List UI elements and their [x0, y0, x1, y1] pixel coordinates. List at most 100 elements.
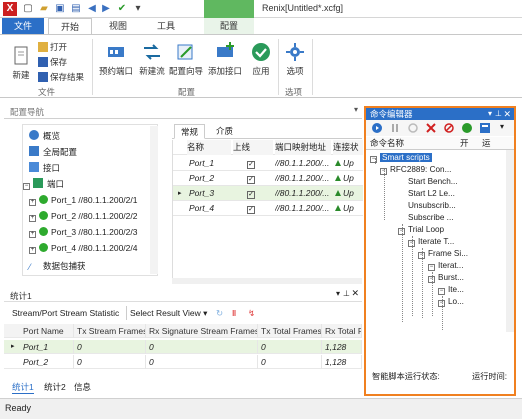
select-result-view-dropdown[interactable]: Select Result View ▾: [126, 306, 207, 320]
tree-item-iterate[interactable]: − Iterat...: [428, 260, 463, 271]
tree-item-overview[interactable]: 概览: [29, 128, 60, 144]
apply-button[interactable]: 应用: [248, 41, 274, 77]
collapse-icon[interactable]: −: [428, 264, 435, 271]
tree-item-subscribe[interactable]: Subscribe ...: [408, 212, 454, 223]
tree-scrollbar[interactable]: [150, 126, 158, 274]
col-port-name[interactable]: Port Name: [20, 324, 74, 338]
tree-item-smart-scripts[interactable]: − Smart scripts: [370, 152, 432, 163]
tab-info[interactable]: 信息: [74, 380, 91, 394]
open-button[interactable]: 打开: [38, 41, 67, 53]
expand-icon[interactable]: +: [29, 199, 36, 206]
forward-icon[interactable]: ▶: [100, 3, 112, 15]
table-row-selected[interactable]: ▸ Port_1 0 0 0 1,128: [4, 340, 362, 354]
tab-start[interactable]: 开始: [48, 18, 92, 34]
tree-item-capture[interactable]: ⁄ 数据包捕获: [29, 258, 86, 274]
collapse-icon[interactable]: −: [408, 240, 415, 247]
reserve-port-button[interactable]: 预约端口: [98, 41, 134, 77]
tree-item-trial-loop[interactable]: − Trial Loop: [398, 224, 444, 235]
back-icon[interactable]: ◀: [86, 3, 98, 15]
save-result-icon[interactable]: ▤: [70, 3, 82, 15]
close-icon[interactable]: ✕: [503, 108, 511, 120]
table-row[interactable]: Port_1 ✓ //80.1.1.200/... Up: [173, 156, 363, 171]
tree-item-port[interactable]: + Port_4 //80.1.1.200/2/4: [29, 240, 137, 256]
command-tree-scrollbar[interactable]: [506, 150, 514, 332]
expand-icon[interactable]: +: [29, 231, 36, 238]
online-checkbox[interactable]: ✓: [247, 191, 255, 199]
stop-icon[interactable]: [408, 123, 418, 133]
online-checkbox[interactable]: ✓: [247, 206, 255, 214]
col-online[interactable]: 上线: [233, 140, 273, 155]
col-running[interactable]: 运: [482, 137, 491, 150]
expand-icon[interactable]: +: [29, 247, 36, 254]
col-address[interactable]: 端口映射地址: [275, 140, 331, 155]
tree-item-burst[interactable]: − Burst...: [428, 272, 464, 283]
table-row-selected[interactable]: ▸ Port_3 ✓ //80.1.1.200/... Up: [173, 186, 363, 201]
pause-icon[interactable]: [390, 123, 400, 133]
panel-menu-icon[interactable]: ▾: [488, 108, 492, 120]
save-icon[interactable]: ▣: [54, 3, 66, 15]
tree-item-start-l2[interactable]: Start L2 Le...: [408, 188, 455, 199]
dropdown-icon[interactable]: ▾: [500, 122, 504, 131]
collapse-icon[interactable]: −: [370, 156, 377, 163]
close-icon[interactable]: ✕: [351, 288, 359, 299]
pause-icon[interactable]: ‖: [232, 306, 236, 320]
tab-media[interactable]: 介质: [210, 124, 239, 139]
tree-item-port[interactable]: + Port_3 //80.1.1.200/2/3: [29, 224, 137, 240]
col-name[interactable]: 名称: [187, 140, 231, 155]
tree-item-iterate-t[interactable]: − Iterate T...: [408, 236, 454, 247]
tab-stats1[interactable]: 统计1: [12, 380, 34, 394]
refresh-icon[interactable]: ↻: [216, 306, 223, 320]
collapse-icon[interactable]: −: [380, 168, 387, 175]
expand-icon[interactable]: +: [29, 215, 36, 222]
delete-icon[interactable]: [426, 123, 436, 133]
table-row[interactable]: Port_2 0 0 0 1,128: [4, 355, 362, 369]
save-button[interactable]: 保存: [38, 56, 67, 68]
tree-item-start-bench[interactable]: Start Bench...: [408, 176, 458, 187]
tree-item-interface[interactable]: 接口: [29, 160, 60, 176]
add-port-button[interactable]: 添加接口: [206, 41, 244, 77]
open-folder-icon[interactable]: ▰: [38, 3, 50, 15]
panel-menu-icon[interactable]: ▾: [354, 105, 358, 114]
tree-item-rfc2889[interactable]: − RFC2889: Con...: [380, 164, 451, 175]
col-rx-signature-stream-frames[interactable]: Rx Signature Stream Frames: [146, 324, 258, 338]
tab-view[interactable]: 视图: [98, 18, 138, 34]
tree-item-frame-size[interactable]: − Frame Si...: [418, 248, 468, 259]
online-checkbox[interactable]: ✓: [247, 176, 255, 184]
col-tx-total-frames[interactable]: Tx Total Frames: [258, 324, 322, 338]
panel-menu-icon[interactable]: ▾: [336, 289, 340, 298]
grid-view-icon[interactable]: [480, 123, 490, 133]
table-row[interactable]: Port_2 ✓ //80.1.1.200/... Up: [173, 171, 363, 186]
table-row[interactable]: Port_4 ✓ //80.1.1.200/... Up: [173, 201, 363, 216]
collapse-icon[interactable]: −: [418, 252, 425, 259]
collapse-icon[interactable]: −: [438, 300, 445, 307]
tree-item-ite[interactable]: − Ite...: [438, 284, 464, 295]
config-wizard-button[interactable]: 配置向导: [168, 41, 204, 77]
tab-tools[interactable]: 工具: [146, 18, 186, 34]
run-icon[interactable]: [372, 123, 382, 133]
save-result-button[interactable]: 保存结果: [38, 71, 84, 83]
tab-file[interactable]: 文件: [2, 18, 44, 34]
tree-item-ports[interactable]: − 端口: [23, 176, 64, 192]
new-button[interactable]: 新建: [8, 45, 34, 81]
col-status[interactable]: 连接状: [333, 140, 363, 155]
col-tx-stream-frames[interactable]: Tx Stream Frames: [74, 324, 146, 338]
tree-item-unsubscribe[interactable]: Unsubscrib...: [408, 200, 456, 211]
tree-item-port[interactable]: + Port_1 //80.1.1.200/2/1: [29, 192, 137, 208]
tree-item-port[interactable]: + Port_2 //80.1.1.200/2/2: [29, 208, 137, 224]
clear-icon[interactable]: ↯: [248, 306, 255, 320]
col-enabled[interactable]: 开: [460, 137, 469, 150]
collapse-icon[interactable]: −: [398, 228, 405, 235]
tab-general[interactable]: 常规: [174, 124, 206, 139]
online-checkbox[interactable]: ✓: [247, 161, 255, 169]
tree-item-global-config[interactable]: 全局配置: [29, 144, 77, 160]
tab-stats2[interactable]: 统计2: [44, 380, 66, 394]
tree-item-lo[interactable]: − Lo...: [438, 296, 464, 307]
pin-icon[interactable]: ⊥: [495, 108, 502, 120]
collapse-icon[interactable]: −: [23, 183, 30, 190]
new-stream-button[interactable]: 新建流: [136, 41, 168, 77]
options-button[interactable]: 选项: [282, 41, 308, 77]
col-rx-total-frames[interactable]: Rx Total F: [322, 324, 362, 338]
port-grid-scrollbar[interactable]: [172, 278, 362, 284]
apply-check-icon[interactable]: ✔: [116, 3, 128, 15]
dropdown-icon[interactable]: ▾: [132, 3, 144, 15]
